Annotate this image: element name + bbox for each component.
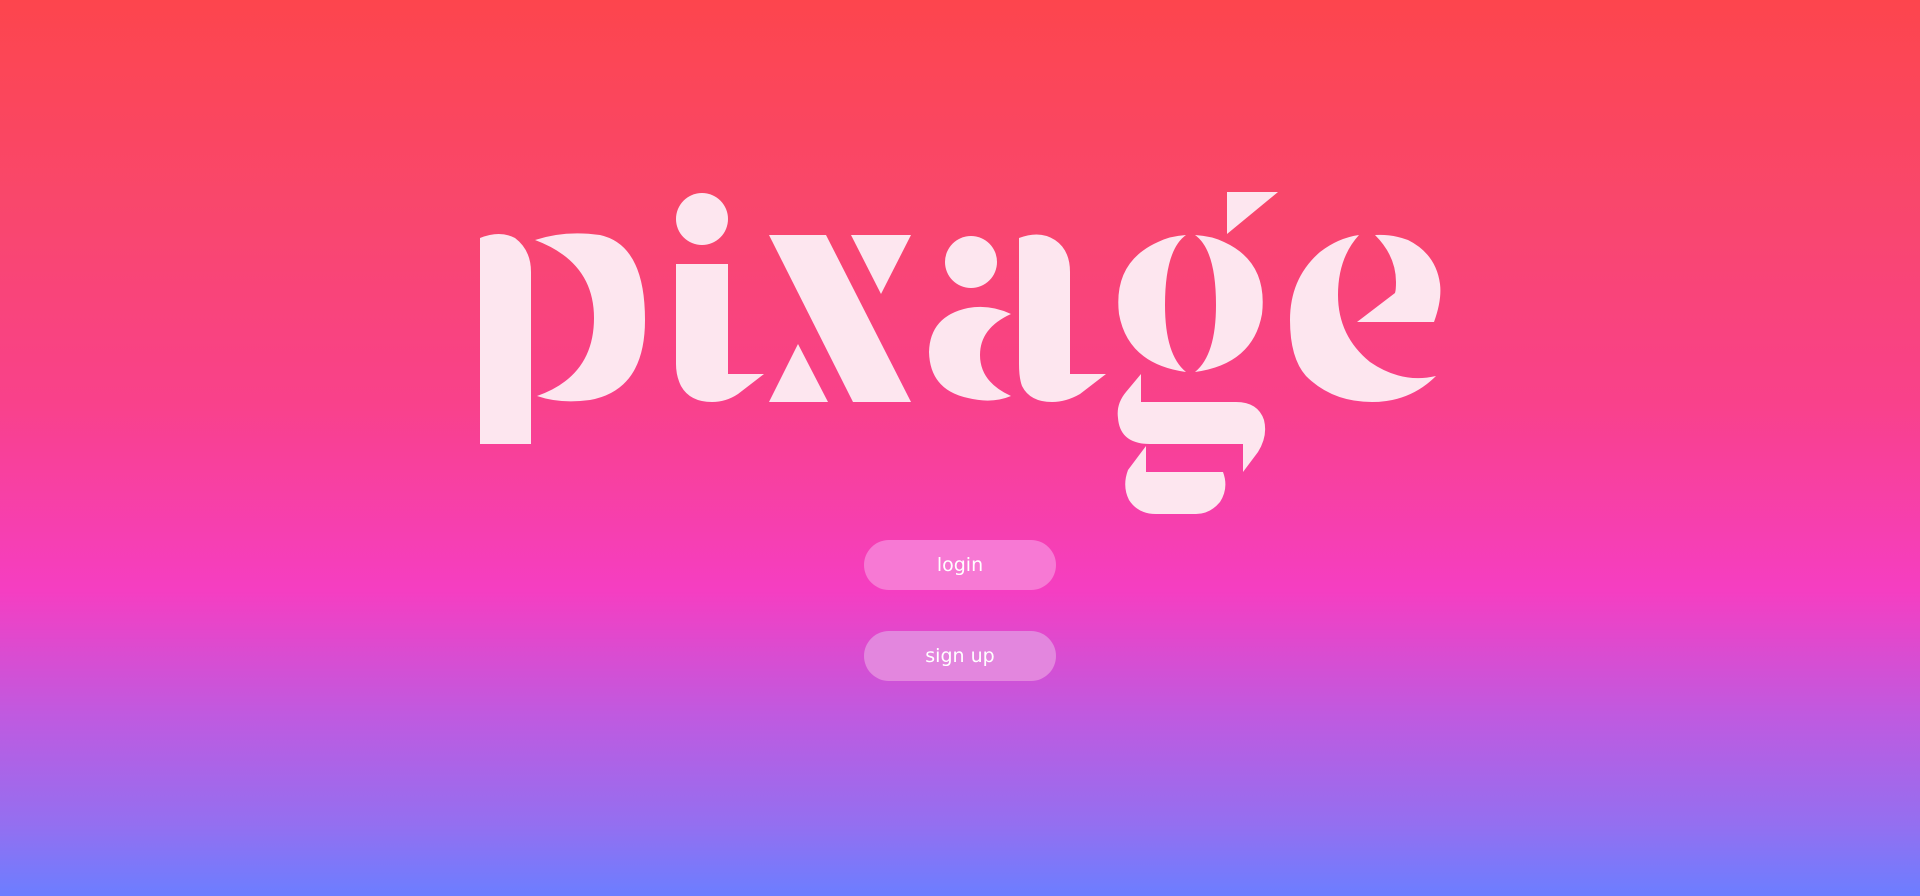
logo-letter-g	[1117, 192, 1278, 514]
logo-letter-e	[1290, 234, 1441, 402]
logo-letter-a	[929, 234, 1106, 402]
logo-letter-i	[676, 193, 764, 402]
logo-letter-p	[480, 233, 645, 444]
login-button[interactable]: login	[864, 540, 1056, 590]
logo-letter-x	[769, 235, 911, 402]
pixage-logo	[480, 192, 1441, 514]
signup-button[interactable]: sign up	[864, 631, 1056, 681]
landing-page: { "app": { "logo_text": "pixage", "logo_…	[0, 0, 1920, 896]
